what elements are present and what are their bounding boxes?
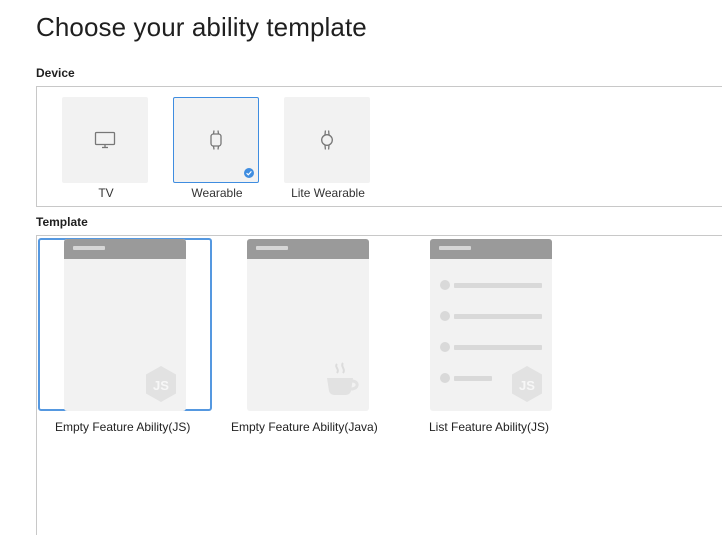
device-card-tv[interactable]: TV <box>62 97 150 200</box>
template-preview-empty-js[interactable]: JS <box>64 239 186 411</box>
template-panel: JS Empty Feature Ability(JS) Empty Featu… <box>36 235 722 535</box>
template-preview-list-js[interactable]: JS <box>430 239 552 411</box>
smartwatch-icon <box>209 129 223 151</box>
device-tile-wearable[interactable] <box>173 97 259 183</box>
monitor-icon <box>94 131 116 149</box>
template-section-label: Template <box>36 215 88 229</box>
device-card-wearable[interactable]: Wearable <box>173 97 261 200</box>
template-label-empty-js: Empty Feature Ability(JS) <box>55 420 190 434</box>
device-section-label: Device <box>36 66 75 80</box>
js-logo-icon: JS <box>510 365 544 403</box>
preview-title-bar <box>430 239 552 259</box>
device-label-wearable: Wearable <box>173 186 261 200</box>
java-cup-icon <box>323 361 361 397</box>
selected-check-icon <box>244 168 254 178</box>
device-tile-tv[interactable] <box>62 97 148 183</box>
device-card-lite-wearable[interactable]: Lite Wearable <box>284 97 372 200</box>
preview-title-bar <box>247 239 369 259</box>
template-preview-empty-java[interactable] <box>247 239 369 411</box>
round-watch-icon <box>320 129 334 151</box>
template-label-empty-java: Empty Feature Ability(Java) <box>231 420 378 434</box>
page-title: Choose your ability template <box>36 12 367 43</box>
device-label-tv: TV <box>62 186 150 200</box>
device-panel: TV Wearable <box>36 86 722 207</box>
svg-text:JS: JS <box>153 378 169 393</box>
template-label-list-js: List Feature Ability(JS) <box>429 420 549 434</box>
js-logo-icon: JS <box>144 365 178 403</box>
device-label-lite-wearable: Lite Wearable <box>284 186 372 200</box>
svg-text:JS: JS <box>519 378 535 393</box>
preview-title-bar <box>64 239 186 259</box>
device-tile-lite-wearable[interactable] <box>284 97 370 183</box>
